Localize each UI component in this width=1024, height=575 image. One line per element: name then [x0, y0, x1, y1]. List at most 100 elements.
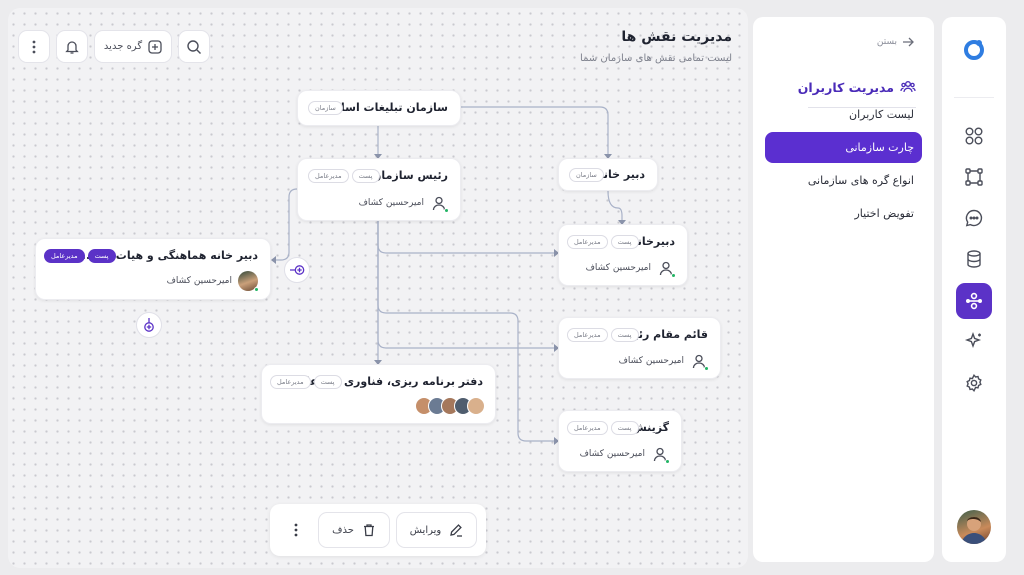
search-button[interactable] — [178, 30, 210, 63]
logo-icon[interactable] — [962, 37, 986, 61]
bell-icon — [65, 40, 79, 54]
plus-square-icon — [148, 39, 162, 54]
post-badge: پست — [351, 169, 380, 183]
org-node-head[interactable]: رئیس سازمان پست مدیرعامل امیرحسین کشاف — [297, 158, 461, 221]
sidebar-title: مدیریت کاربران — [798, 79, 916, 95]
user-icon — [690, 352, 709, 371]
node-person: امیرحسین کشاف — [618, 352, 709, 371]
sidebar-item-org-chart[interactable]: چارت سازمانی — [765, 132, 922, 163]
database-icon[interactable] — [958, 243, 990, 275]
new-node-label: گره جدید — [103, 41, 143, 52]
node-badges: پست مدیرعامل — [567, 235, 639, 249]
nodes-icon[interactable] — [958, 161, 990, 193]
node-person: امیرحسین کشاف — [166, 271, 259, 292]
back-link[interactable]: بستن — [877, 37, 914, 47]
person-name: امیرحسین کشاف — [358, 198, 424, 208]
node-person: امیرحسین کشاف — [579, 445, 670, 464]
branch-add-icon — [290, 265, 305, 275]
org-node-deputy[interactable]: قائم مقام رئیس پست مدیرعامل امیرحسین کشا… — [558, 317, 721, 379]
role-badge: مدیرعامل — [567, 328, 608, 342]
sidebar-title-label: مدیریت کاربران — [797, 79, 894, 95]
user-icon — [651, 445, 670, 464]
person-name: امیرحسین کشاف — [618, 356, 684, 366]
post-badge: پست — [87, 249, 116, 263]
online-indicator — [704, 366, 709, 371]
sidebar-item-delegation[interactable]: تفویض اختیار — [765, 198, 922, 229]
edit-label: ویرایش — [409, 524, 442, 536]
node-person: امیرحسین کشاف — [585, 259, 676, 278]
chat-icon[interactable] — [958, 202, 990, 234]
new-node-button[interactable]: گره جدید — [94, 30, 172, 63]
node-action-bar: ویرایش حذف — [270, 504, 486, 556]
node-title: دبیر خانه — [597, 168, 645, 181]
user-icon — [657, 259, 676, 278]
sidebar-item-label: انواع گره های سازمانی — [807, 174, 914, 187]
sidebar-item-label: چارت سازمانی — [845, 141, 914, 154]
node-title: رئیس سازمان — [372, 169, 448, 182]
search-icon — [187, 39, 201, 54]
avatar — [467, 397, 485, 415]
sidebar-item-node-types[interactable]: انواع گره های سازمانی — [765, 165, 922, 196]
post-badge: پست — [313, 375, 342, 389]
org-node-secretariat[interactable]: دبیر خانه سازمان — [558, 158, 658, 191]
post-badge: پست — [610, 421, 639, 435]
sidebar-item-users-list[interactable]: لیست کاربران — [765, 99, 922, 130]
notifications-button[interactable] — [56, 30, 88, 63]
org-node-planning[interactable]: دفتر برنامه ریزی، فناوری اطلاعا... پست م… — [261, 364, 496, 424]
sidebar-item-label: تفویض اختیار — [854, 207, 914, 220]
node-badges: سازمان — [308, 101, 343, 115]
sidebar: بستن مدیریت کاربران لیست کاربران چارت سا… — [753, 17, 934, 562]
user-avatar[interactable] — [957, 510, 991, 544]
kebab-icon — [32, 40, 36, 53]
users-icon — [900, 81, 916, 93]
org-node-coordination[interactable]: دبیر خانه هماهنگی و هیات های... پست مدیر… — [35, 238, 271, 300]
node-badges: پست مدیرعامل — [308, 169, 380, 183]
org-node-organization[interactable]: سازمان تبلیغات اسلامی سازمان — [297, 90, 461, 126]
node-badges: پست مدیرعامل — [567, 421, 639, 435]
type-badge: سازمان — [308, 101, 343, 115]
online-indicator — [444, 208, 449, 213]
org-chart-icon[interactable] — [956, 283, 992, 319]
sidebar-item-label: لیست کاربران — [849, 108, 914, 121]
person-name: امیرحسین کشاف — [585, 263, 651, 273]
node-badges: سازمان — [569, 168, 604, 182]
org-node-selection[interactable]: گزینش پست مدیرعامل امیرحسین کشاف — [558, 410, 682, 472]
online-indicator — [665, 459, 670, 464]
node-person: امیرحسین کشاف — [358, 194, 449, 213]
grid-icon[interactable] — [958, 120, 990, 152]
node-badges: پست مدیرعامل — [567, 328, 639, 342]
online-indicator — [671, 273, 676, 278]
sparkle-icon[interactable] — [958, 325, 990, 357]
edit-button[interactable]: ویرایش — [396, 512, 477, 548]
org-node-secretary[interactable]: دبیرخانه پست مدیرعامل امیرحسین کشاف — [558, 224, 688, 286]
role-badge: مدیرعامل — [270, 375, 311, 389]
role-badge: مدیرعامل — [308, 169, 349, 183]
role-badge: مدیرعامل — [44, 249, 85, 263]
kebab-icon — [294, 523, 298, 537]
role-badge: مدیرعامل — [567, 235, 608, 249]
person-name: امیرحسین کشاف — [166, 276, 232, 286]
expand-node-button[interactable] — [136, 312, 162, 338]
add-child-button[interactable] — [284, 257, 310, 283]
user-icon — [430, 194, 449, 213]
person-name: امیرحسین کشاف — [579, 449, 645, 459]
divider — [954, 97, 994, 98]
node-badges: پست مدیرعامل — [270, 375, 342, 389]
type-badge: سازمان — [569, 168, 604, 182]
delete-label: حذف — [332, 524, 354, 536]
page-title: مدیریت نقش ها — [621, 29, 732, 45]
org-chart-canvas[interactable]: مدیریت نقش ها لیست تمامی نقش های سازمان … — [8, 8, 748, 568]
pencil-icon — [450, 524, 463, 537]
back-label: بستن — [876, 37, 897, 47]
post-badge: پست — [610, 328, 639, 342]
role-badge: مدیرعامل — [567, 421, 608, 435]
delete-button[interactable]: حذف — [318, 512, 390, 548]
more-actions-button[interactable] — [280, 512, 312, 548]
person-photo — [238, 271, 259, 292]
post-badge: پست — [610, 235, 639, 249]
gear-icon[interactable] — [958, 367, 990, 399]
node-expand-icon — [144, 318, 154, 332]
icon-bar — [942, 17, 1006, 562]
trash-icon — [363, 524, 374, 537]
more-options-button[interactable] — [18, 30, 50, 63]
